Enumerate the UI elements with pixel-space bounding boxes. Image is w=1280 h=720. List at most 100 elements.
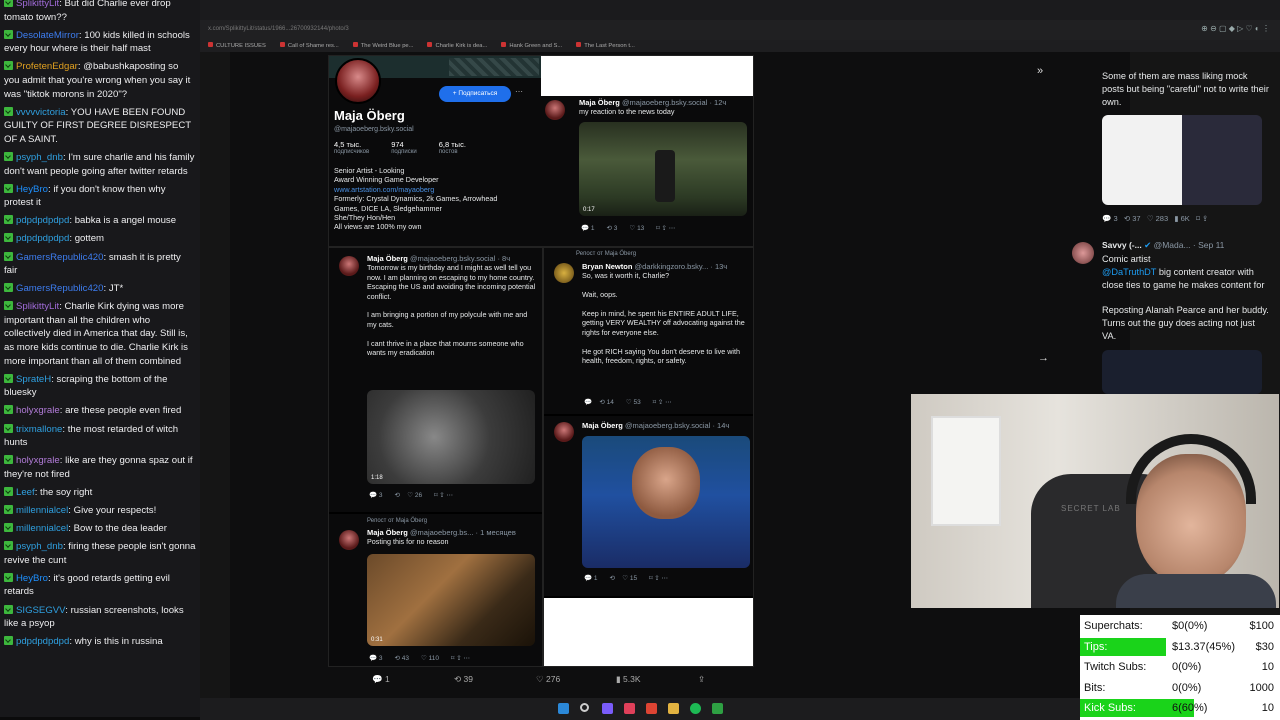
post-actions[interactable]: 💬 3 ⟲ ♡ 26 ⌑ ⇪ ⋯ [369, 491, 453, 499]
chat-message: holyxgrale: like are they gonna spaz out… [4, 455, 193, 480]
chat-username[interactable]: SIGSEGVV [16, 605, 65, 616]
bookmark[interactable]: Hank Green and S... [501, 43, 562, 49]
tweet-actions[interactable]: 💬 3 ⟲ 37 ♡ 283 ▮ 6K ⌑ ⇪ [1102, 213, 1208, 226]
chat-username[interactable]: pdpdpdpdpd [16, 215, 69, 226]
views-button[interactable]: ▮ 5.3K [616, 674, 641, 685]
post-no-reason: Репост от Maja Öberg Maja Öberg @majaoeb… [329, 514, 542, 666]
next-arrow-icon[interactable]: → [1038, 352, 1049, 364]
chat-text: Bow to the dea leader [73, 523, 167, 535]
sub-badge-icon [4, 61, 13, 71]
goal-value: 6(60%) [1172, 702, 1208, 714]
goal-target: 10 [1261, 661, 1274, 673]
chat-message: pdpdpdpdpd: gottem [4, 232, 196, 246]
obs-icon[interactable] [624, 703, 635, 714]
chat-text: Give your respects! [73, 505, 157, 516]
video-thumbnail[interactable]: 0:17 [579, 122, 747, 216]
chat-username[interactable]: millennialcel [16, 523, 68, 534]
post-actions[interactable]: 💬 1 ⟲ 3 ♡ 13 ⌑ ⇪ ⋯ [581, 224, 675, 232]
chat-username[interactable]: pdpdpdpdpd [16, 233, 69, 244]
chat-message: vvvvvictoria: YOU HAVE BEEN FOUND GUILTY… [4, 106, 191, 145]
donation-goals-panel: Superchats: $0(0%) $100 Tips: $13.37(45%) $30… [1080, 615, 1280, 720]
tweet-image-grid[interactable] [1102, 115, 1262, 205]
chat-message: psyph_dnb: firing these people isn't gon… [4, 541, 196, 566]
chat-username[interactable]: holyxgrale [16, 405, 60, 416]
avatar[interactable] [1072, 242, 1094, 264]
collapse-icon[interactable]: » [1037, 65, 1043, 77]
post-actions[interactable]: 💬 3 ⟲ 43 ♡ 110 ⌑ ⇪ ⋯ [369, 654, 470, 662]
follow-button[interactable]: + Подписаться [439, 86, 511, 102]
sub-badge-icon [4, 455, 13, 465]
video-thumbnail[interactable]: 0:31 [367, 554, 535, 646]
chat-username[interactable]: SplikittyLit [16, 301, 59, 312]
tweet-image[interactable] [1102, 350, 1262, 394]
like-button[interactable]: ♡ 276 [536, 674, 560, 685]
video-duration: 1:18 [371, 475, 383, 481]
sub-badge-icon [4, 604, 13, 614]
chat-username[interactable]: Leef [16, 487, 35, 498]
avatar [554, 422, 574, 442]
chat-username[interactable]: SprateH [16, 374, 51, 385]
chat-username[interactable]: HeyBro [16, 184, 48, 195]
bookmark[interactable]: CULTURE ISSUES [208, 43, 266, 49]
profile-name: Maja Öberg [334, 108, 405, 123]
chat-username[interactable]: psyph_dnb [16, 152, 63, 163]
share-icon[interactable]: ⇪ [698, 674, 705, 685]
sub-badge-icon [4, 301, 13, 311]
extension-icons[interactable]: ⊕ ⊖ ▢ ◆ ▷ ♡ ◐ ⋮ [1201, 24, 1270, 33]
discord-icon[interactable] [602, 703, 613, 714]
post-actions[interactable]: 💬 1 ⟲ ♡ 15 ⌑ ⇪ ⋯ [584, 574, 668, 582]
chat-message: Leef: the soy right [4, 486, 196, 500]
screen: SplikittyLit: But did Charlie ever drop … [0, 0, 1280, 720]
goal-row: Tips: $13.37(45%) $30 [1080, 637, 1280, 657]
chat-message: millennialcel: Give your respects! [4, 504, 196, 518]
avatar [339, 530, 359, 550]
chat-username[interactable]: pdpdpdpdpd [16, 636, 69, 647]
search-icon[interactable] [580, 703, 589, 712]
chat-message: SplikittyLit: Charlie Kirk dying was mor… [4, 301, 188, 367]
retweet-button[interactable]: ⟲ 39 [454, 674, 473, 685]
tweet-text: Some of them are mass liking mock posts … [1102, 71, 1269, 107]
chat-username[interactable]: GamersRepublic420 [16, 283, 103, 294]
bookmark[interactable]: Charlie Kirk is dea... [427, 43, 487, 49]
sub-badge-icon [4, 106, 13, 116]
start-icon[interactable] [558, 703, 569, 714]
spotify-icon[interactable] [690, 703, 701, 714]
goal-label: Superchats: [1084, 620, 1143, 632]
reply-button[interactable]: 💬 1 [372, 674, 390, 685]
stat-following: 974 подписки [391, 140, 417, 155]
chat-username[interactable]: HeyBro [16, 573, 48, 584]
chat-username[interactable]: holyxgrale [16, 455, 60, 466]
sub-badge-icon [4, 373, 13, 383]
post-actions[interactable]: 💬 ⟲ 14 ♡ 53 ⌑ ⇪ ⋯ [584, 398, 672, 406]
chat-username[interactable]: GamersRepublic420 [16, 252, 103, 263]
bio-link[interactable]: www.artstation.com/mayaoberg [334, 185, 434, 194]
chat-username[interactable]: ProfetenEdgar [16, 61, 78, 72]
more-icon[interactable]: ⋯ [515, 87, 523, 96]
sub-badge-icon [4, 251, 13, 261]
goal-value: 0(0%) [1172, 661, 1202, 673]
video-thumbnail[interactable]: 1:18 [367, 390, 535, 484]
profile-handle: @majaoeberg.bsky.social [334, 126, 414, 133]
chat-text: the soy right [40, 486, 93, 498]
chat-username[interactable]: SplikittyLit [16, 0, 59, 9]
goal-row: Kick Subs: 6(60%) 10 [1080, 698, 1280, 718]
bookmark[interactable]: Call of Shame res... [280, 43, 339, 49]
folder-icon[interactable] [668, 703, 679, 714]
chat-username[interactable]: vvvvvictoria [16, 107, 66, 118]
bookmark[interactable]: The Last Person t... [576, 43, 635, 49]
live-chat: SplikittyLit: But did Charlie ever drop … [0, 0, 200, 717]
chat-text: why is this in russina [74, 636, 163, 648]
goal-target: $30 [1255, 640, 1274, 653]
bookmark[interactable]: The Weird Blue pe... [353, 43, 414, 49]
address-bar[interactable]: x.com/SplikittyLit/status/1966...2670093… [200, 20, 1280, 40]
post-text: my reaction to the news today [579, 107, 675, 117]
chat-username[interactable]: psyph_dnb [16, 541, 63, 552]
chat-username[interactable]: DesolateMirror [16, 30, 79, 41]
chat-username[interactable]: millennialcel [16, 505, 68, 516]
tweet-author[interactable]: Savvy (-... ✔ @Mada... · Sep 11 [1102, 239, 1224, 252]
post-image[interactable] [582, 436, 750, 568]
browser-icon[interactable] [646, 703, 657, 714]
chat-username[interactable]: trixmallone [16, 424, 62, 435]
goal-label: Kick Subs: [1084, 702, 1136, 714]
app-icon[interactable] [712, 703, 723, 714]
